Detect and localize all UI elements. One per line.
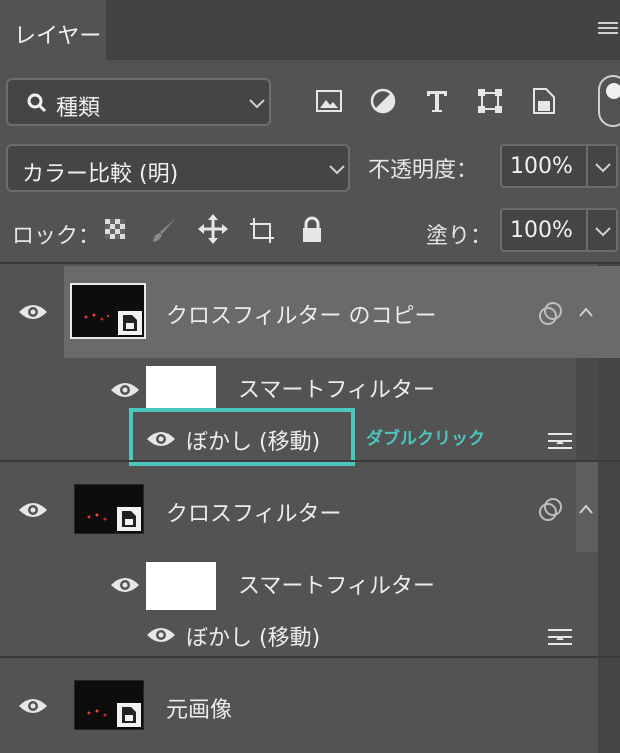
- thumbnail-image: [84, 313, 109, 321]
- layer-thumbnail[interactable]: [74, 484, 144, 534]
- collapse-caret-icon[interactable]: [578, 306, 594, 318]
- smart-filters-label: スマートフィルター: [238, 378, 435, 403]
- lock-move-icon[interactable]: [198, 214, 228, 244]
- eye-icon[interactable]: [18, 302, 48, 322]
- eye-icon[interactable]: [146, 625, 176, 645]
- blend-mode-label: カラー比較 (明): [22, 162, 179, 187]
- eye-icon[interactable]: [110, 575, 140, 595]
- layer-divider: [0, 460, 620, 462]
- blend-mode-select[interactable]: カラー比較 (明): [6, 144, 350, 192]
- layers-panel: レイヤー 種類 カラー比較 (明) 不透明度： 100% ロック： 塗り： 10…: [0, 0, 620, 753]
- opacity-label: 不透明度：: [368, 158, 479, 183]
- fill-field[interactable]: 100%: [500, 208, 618, 252]
- layer-name[interactable]: 元画像: [166, 692, 232, 724]
- smart-filter-name[interactable]: ぼかし (移動): [186, 620, 320, 652]
- tab-layers[interactable]: レイヤー: [0, 0, 106, 60]
- chevron-down-icon: [329, 165, 345, 175]
- eye-icon[interactable]: [110, 380, 140, 400]
- opacity-field[interactable]: 100%: [500, 144, 618, 188]
- lock-paint-icon[interactable]: [150, 216, 178, 244]
- chevron-down-icon: [595, 227, 611, 237]
- filter-kind-label: 種類: [56, 96, 101, 121]
- chevron-down-icon: [249, 99, 265, 109]
- smart-object-badge-icon: [117, 703, 141, 727]
- type-filter-icon[interactable]: [424, 88, 450, 114]
- layer-name[interactable]: クロスフィルター: [166, 496, 342, 528]
- eye-icon[interactable]: [146, 429, 176, 449]
- eye-icon[interactable]: [18, 500, 48, 520]
- thumbnail-image: [87, 709, 107, 717]
- search-icon: [27, 93, 47, 113]
- smart-filter-mask-thumbnail[interactable]: [146, 562, 216, 610]
- smart-filters-label: スマートフィルター: [238, 574, 435, 599]
- lock-label: ロック：: [12, 224, 101, 249]
- chevron-down-icon: [595, 163, 611, 173]
- link-icon: [539, 498, 562, 521]
- smart-filter-name[interactable]: ぼかし (移動): [186, 424, 320, 456]
- layer-name[interactable]: クロスフィルター のコピー: [166, 298, 437, 330]
- layer-divider: [0, 656, 620, 658]
- smart-object-badge-icon: [118, 311, 142, 335]
- opacity-value: 100%: [510, 154, 573, 179]
- filter-options-icon[interactable]: [546, 626, 574, 648]
- lock-artboard-icon[interactable]: [248, 216, 276, 244]
- thumbnail-image: [87, 513, 107, 521]
- eye-icon[interactable]: [18, 696, 48, 716]
- smart-filter-mask-thumbnail[interactable]: [146, 366, 216, 414]
- filter-toggle[interactable]: [598, 75, 620, 127]
- link-icon: [539, 302, 562, 325]
- panel-menu-icon[interactable]: [598, 22, 618, 38]
- annotation-text: ダブルクリック: [366, 429, 485, 449]
- collapse-caret-icon[interactable]: [578, 503, 594, 515]
- fill-value: 100%: [510, 218, 573, 243]
- image-filter-icon[interactable]: [316, 90, 342, 112]
- filter-kind-select[interactable]: 種類: [6, 78, 271, 126]
- layer-thumbnail[interactable]: [74, 680, 144, 730]
- adjustment-filter-icon[interactable]: [370, 88, 396, 114]
- lock-transparent-icon[interactable]: [104, 218, 126, 240]
- smart-object-filter-icon[interactable]: [532, 87, 556, 115]
- toolbar-divider: [0, 262, 620, 264]
- panel-tab-bar: レイヤー: [0, 0, 620, 60]
- shape-filter-icon[interactable]: [477, 88, 503, 114]
- tab-label: レイヤー: [14, 24, 102, 49]
- fill-label: 塗り：: [426, 224, 493, 249]
- smart-object-badge-icon: [117, 507, 141, 531]
- layer-thumbnail[interactable]: [70, 283, 146, 339]
- filter-options-icon[interactable]: [546, 430, 574, 452]
- lock-all-icon[interactable]: [300, 216, 324, 244]
